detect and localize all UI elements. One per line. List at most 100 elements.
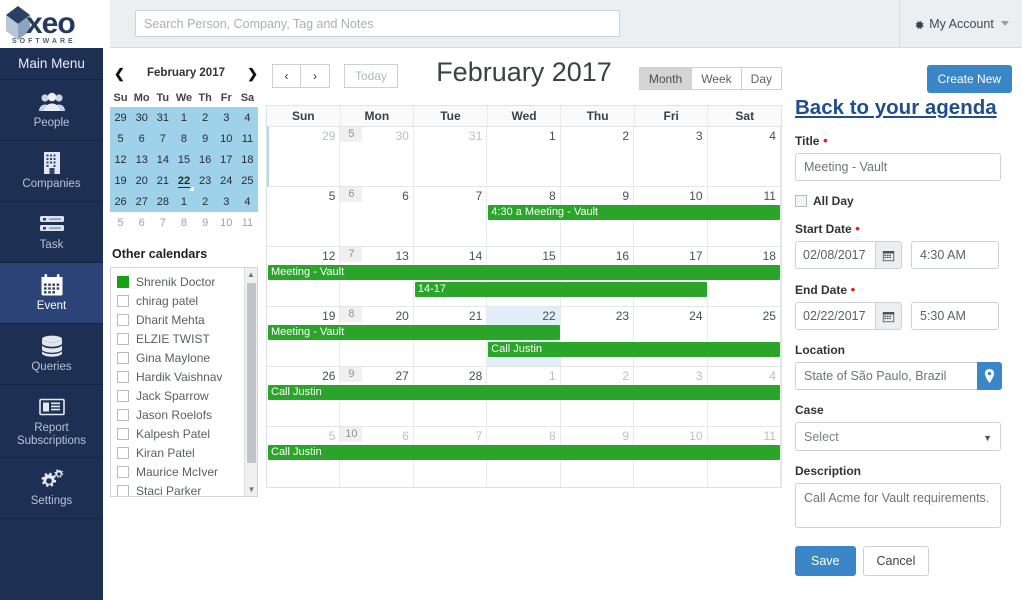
- mini-day-cell[interactable]: 9: [195, 212, 216, 233]
- calendar-day-cell[interactable]: 3: [634, 127, 708, 186]
- calendar-checkbox[interactable]: [117, 370, 129, 383]
- chevron-left-icon[interactable]: ❮: [114, 67, 125, 80]
- calendar-day-cell[interactable]: 66: [340, 187, 414, 246]
- chevron-right-icon[interactable]: ❯: [247, 67, 258, 80]
- title-input[interactable]: [795, 153, 1001, 181]
- mini-day-cell[interactable]: 25: [236, 170, 258, 191]
- list-item[interactable]: chirag patel: [117, 291, 257, 310]
- list-item[interactable]: Maurice McIver: [117, 462, 257, 481]
- sidebar-item-queries[interactable]: Queries: [0, 324, 103, 385]
- mini-day-cell[interactable]: 31: [152, 107, 174, 128]
- scrollbar-thumb[interactable]: [247, 283, 256, 463]
- end-date-picker-button[interactable]: [875, 302, 902, 330]
- mini-day-cell[interactable]: 10: [216, 212, 237, 233]
- calendar-checkbox[interactable]: [117, 313, 129, 326]
- list-item[interactable]: Kalpesh Patel: [117, 424, 257, 443]
- calendar-event[interactable]: Meeting - Vault: [268, 325, 560, 340]
- calendar-day-cell[interactable]: 23: [561, 307, 635, 366]
- mini-day-cell[interactable]: 7: [152, 212, 173, 233]
- list-item[interactable]: Jack Sparrow: [117, 386, 257, 405]
- sidebar-item-people[interactable]: People: [0, 80, 103, 141]
- mini-day-cell[interactable]: 14: [152, 149, 174, 170]
- calendar-checkbox[interactable]: [117, 484, 129, 496]
- mini-day-cell[interactable]: 30: [131, 107, 153, 128]
- sidebar-item-settings[interactable]: Settings: [0, 458, 103, 519]
- calendar-checkbox[interactable]: [117, 427, 129, 440]
- list-item[interactable]: Staci Parker: [117, 481, 257, 496]
- mini-day-cell[interactable]: 13: [131, 149, 153, 170]
- calendar-day-cell[interactable]: 2: [561, 127, 635, 186]
- location-picker-button[interactable]: [977, 362, 1002, 390]
- calendar-day-cell[interactable]: 1: [487, 127, 561, 186]
- my-account-menu[interactable]: My Account: [899, 0, 1022, 48]
- calendar-day-cell[interactable]: 31: [414, 127, 488, 186]
- mini-day-cell[interactable]: 21: [152, 170, 174, 191]
- calendar-list-scrollbar[interactable]: ▲ ▼: [244, 268, 257, 496]
- mini-day-cell[interactable]: 24: [215, 170, 237, 191]
- calendar-checkbox[interactable]: [117, 351, 129, 364]
- app-logo[interactable]: xeo SOFTWARE: [0, 0, 110, 48]
- calendar-event[interactable]: 14-17: [414, 282, 707, 297]
- calendar-checkbox[interactable]: [117, 275, 129, 288]
- all-day-checkbox[interactable]: [795, 195, 807, 207]
- search-input[interactable]: [135, 10, 620, 37]
- list-item[interactable]: Hardik Vaishnav: [117, 367, 257, 386]
- sidebar-item-event[interactable]: Event: [0, 263, 103, 324]
- list-item[interactable]: Kiran Patel: [117, 443, 257, 462]
- calendar-checkbox[interactable]: [117, 389, 129, 402]
- calendar-day-cell[interactable]: 24: [634, 307, 708, 366]
- sidebar-item-report-subscriptions[interactable]: Report Subscriptions: [0, 385, 103, 458]
- calendar-checkbox[interactable]: [117, 446, 129, 459]
- mini-day-cell[interactable]: 29: [110, 107, 132, 128]
- mini-day-cell[interactable]: 9: [194, 128, 216, 149]
- calendar-day-cell[interactable]: 4: [708, 127, 781, 186]
- view-month-button[interactable]: Month: [638, 67, 693, 90]
- calendar-checkbox[interactable]: [117, 294, 129, 307]
- mini-day-cell[interactable]: 20: [131, 170, 153, 191]
- view-day-button[interactable]: Day: [741, 67, 782, 90]
- start-time-input[interactable]: [911, 241, 999, 269]
- mini-day-cell[interactable]: 6: [131, 128, 153, 149]
- save-button[interactable]: Save: [795, 546, 856, 576]
- mini-day-cell[interactable]: 7: [152, 128, 174, 149]
- calendar-day-cell[interactable]: 7: [414, 187, 488, 246]
- mini-day-cell[interactable]: 4: [236, 107, 258, 128]
- scroll-down-icon[interactable]: ▼: [245, 483, 257, 496]
- calendar-day-cell[interactable]: 5: [267, 187, 341, 246]
- mini-day-cell[interactable]: 28: [152, 191, 174, 212]
- cancel-button[interactable]: Cancel: [862, 546, 930, 576]
- mini-day-cell[interactable]: 22: [173, 170, 195, 191]
- list-item[interactable]: Jason Roelofs: [117, 405, 257, 424]
- start-date-input[interactable]: [795, 241, 875, 269]
- mini-day-cell[interactable]: 18: [236, 149, 258, 170]
- calendar-checkbox[interactable]: [117, 465, 129, 478]
- back-to-agenda-link[interactable]: Back to your agenda: [795, 96, 1017, 120]
- mini-day-cell[interactable]: 5: [110, 128, 132, 149]
- mini-day-cell[interactable]: 2: [194, 191, 216, 212]
- all-day-row[interactable]: All Day: [795, 194, 1017, 208]
- view-week-button[interactable]: Week: [692, 67, 742, 90]
- mini-day-cell[interactable]: 3: [215, 107, 237, 128]
- mini-day-cell[interactable]: 1: [173, 107, 195, 128]
- calendar-checkbox[interactable]: [117, 408, 129, 421]
- mini-day-cell[interactable]: 8: [173, 212, 194, 233]
- list-item[interactable]: Shrenik Doctor: [117, 272, 257, 291]
- list-item[interactable]: Gina Maylone: [117, 348, 257, 367]
- mini-day-cell[interactable]: 3: [215, 191, 237, 212]
- mini-day-cell[interactable]: 5: [110, 212, 131, 233]
- calendar-day-cell[interactable]: 25: [708, 307, 781, 366]
- mini-day-cell[interactable]: 27: [131, 191, 153, 212]
- calendar-event[interactable]: Call Justin: [488, 342, 780, 357]
- mini-day-cell[interactable]: 12: [110, 149, 132, 170]
- create-new-button[interactable]: Create New: [926, 65, 1012, 93]
- list-item[interactable]: ELZIE TWIST: [117, 329, 257, 348]
- mini-day-cell[interactable]: 15: [173, 149, 195, 170]
- calendar-event[interactable]: Meeting - Vault: [268, 265, 780, 280]
- start-date-picker-button[interactable]: [875, 241, 902, 269]
- mini-day-cell[interactable]: 23: [194, 170, 216, 191]
- description-textarea[interactable]: Call Acme for Vault requirements.: [795, 483, 1001, 528]
- calendar-checkbox[interactable]: [117, 332, 129, 345]
- mini-day-cell[interactable]: 1: [173, 191, 195, 212]
- calendar-event[interactable]: 4:30 a Meeting - Vault: [488, 205, 780, 220]
- mini-day-cell[interactable]: 26: [110, 191, 132, 212]
